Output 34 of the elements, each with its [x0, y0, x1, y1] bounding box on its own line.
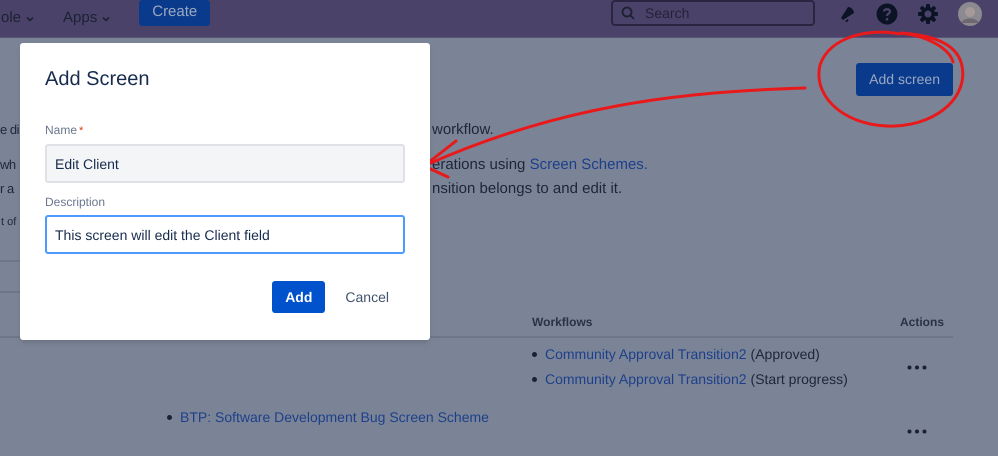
add-screen-button[interactable]: Add screen: [856, 63, 953, 96]
column-header: Actions: [900, 314, 946, 331]
column-header: Workflows: [532, 314, 594, 331]
avatar-icon[interactable]: [958, 2, 982, 26]
paragraph-text: t of: [1, 214, 16, 230]
paragraph-text: wh: [0, 156, 16, 174]
paragraph-text: r a: [0, 180, 14, 198]
bullet-icon: [532, 352, 537, 357]
screen-schemes-link[interactable]: Screen Schemes.: [530, 156, 648, 173]
field-label: Name *: [45, 123, 84, 138]
cancel-button[interactable]: Cancel: [331, 281, 403, 313]
workflow-link[interactable]: Community Approval Transition2: [545, 344, 747, 365]
help-icon[interactable]: [876, 2, 898, 24]
field-label: Description: [45, 195, 106, 209]
create-button[interactable]: Create: [139, 0, 210, 26]
required-mark: *: [79, 125, 84, 137]
text-input[interactable]: Edit Client: [45, 144, 405, 183]
more-icon[interactable]: [907, 364, 927, 370]
dialog-title: Add Screen: [45, 67, 151, 91]
scheme-link[interactable]: BTP: Software Development Bug Screen Scheme: [180, 406, 489, 428]
transition-name: (Start progress): [750, 370, 848, 389]
paragraph-text: nsition belongs to and edit it.: [432, 178, 622, 199]
paragraph-text: erations using Screen Schemes.: [432, 154, 648, 175]
settings-icon[interactable]: [917, 2, 939, 24]
text-input[interactable]: This screen will edit the Client field: [45, 215, 405, 254]
transition-name: (Approved): [750, 345, 820, 364]
search-icon: [621, 6, 635, 20]
bullet-icon: [167, 414, 172, 420]
workflow-link[interactable]: Community Approval Transition2: [545, 369, 747, 390]
paragraph-text: e di: [0, 121, 19, 140]
paragraph-text: workflow.: [432, 120, 494, 140]
more-icon[interactable]: [907, 429, 927, 434]
bullet-icon: [532, 377, 537, 382]
add-button[interactable]: Add: [272, 281, 326, 313]
